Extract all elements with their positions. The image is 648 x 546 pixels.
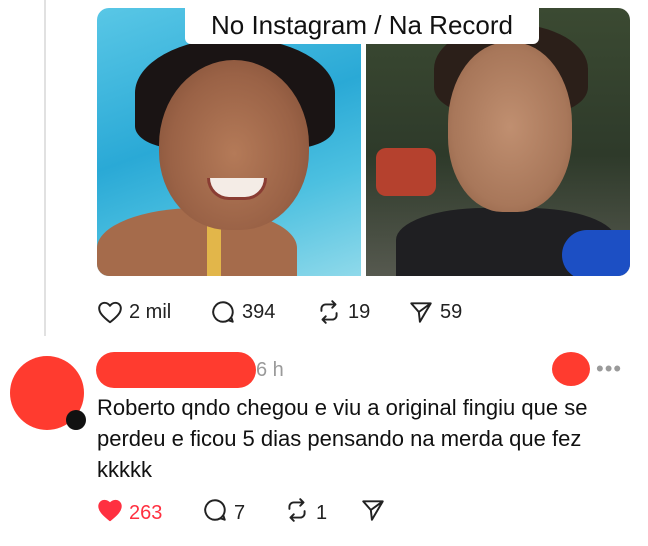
photo-record — [366, 8, 630, 276]
like-count: 2 mil — [129, 300, 172, 323]
redaction-mark — [552, 352, 590, 386]
reply-like-button[interactable]: 263 — [97, 498, 162, 528]
reply-like-count: 263 — [129, 501, 163, 524]
reply-comment-button[interactable]: 7 — [202, 498, 245, 528]
send-icon — [408, 299, 434, 325]
reply-line: kkkkk — [97, 457, 152, 482]
comment-icon — [210, 299, 236, 325]
image-caption: No Instagram / Na Record — [185, 8, 539, 44]
like-button[interactable]: 2 mil — [97, 296, 171, 328]
repost-icon — [284, 497, 310, 529]
heart-filled-icon — [97, 498, 123, 528]
share-count: 59 — [440, 300, 463, 323]
follow-badge[interactable] — [66, 410, 86, 430]
reply-body: Roberto qndo chegou e viu a original fin… — [97, 392, 637, 485]
comment-button[interactable]: 394 — [210, 296, 275, 328]
username[interactable] — [96, 352, 256, 388]
repost-count: 19 — [348, 300, 371, 323]
share-button[interactable]: 59 — [408, 296, 462, 328]
reply-comment-count: 7 — [234, 501, 246, 524]
repost-button[interactable]: 19 — [316, 296, 370, 328]
more-dots-icon[interactable]: ••• — [596, 356, 622, 382]
photo-instagram — [97, 8, 361, 276]
heart-icon — [97, 300, 123, 324]
reply-line: Roberto qndo chegou e viu a original fin… — [97, 395, 588, 420]
reply-share-button[interactable] — [360, 498, 386, 528]
reply-line: perdeu e ficou 5 dias pensando na merda … — [97, 426, 582, 451]
comment-icon — [202, 497, 228, 529]
thread-line — [44, 0, 46, 336]
reply-timestamp: 6 h — [256, 359, 284, 381]
post-image[interactable]: No Instagram / Na Record — [97, 8, 630, 276]
reply-repost-button[interactable]: 1 — [284, 498, 327, 528]
comment-count: 394 — [242, 300, 276, 323]
repost-icon — [316, 299, 342, 325]
send-icon — [360, 497, 386, 529]
reply-repost-count: 1 — [316, 501, 328, 524]
